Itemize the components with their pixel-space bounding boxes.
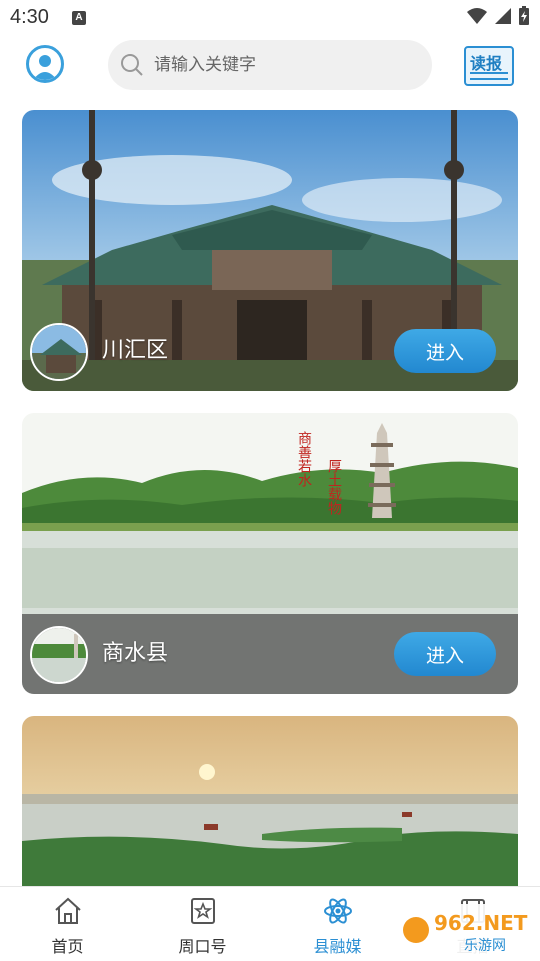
top-bar: 读报 [0, 38, 540, 92]
region-name: 川汇区 [102, 338, 169, 363]
region-thumbnail [30, 626, 88, 684]
search-input[interactable] [154, 55, 414, 75]
home-icon [54, 897, 81, 924]
user-icon [33, 55, 57, 80]
region-thumbnail [30, 323, 88, 381]
newspaper-icon [470, 72, 508, 80]
newspaper-label: 读报 [470, 54, 503, 73]
star-doc-icon [190, 898, 215, 924]
sign-text-left: 商善若水 [296, 431, 312, 487]
enter-button[interactable]: 进入 [394, 329, 496, 373]
search-icon [121, 54, 143, 76]
notification-icon: A [72, 11, 86, 25]
card-caption-bar: 川汇区 进入 [22, 311, 518, 391]
search-bar[interactable] [108, 40, 432, 90]
tab-county-media[interactable]: 县融媒 [270, 887, 405, 961]
status-bar: 4:30 A [0, 0, 540, 36]
tab-label: 县融媒 [313, 937, 362, 956]
status-time: 4:30 [10, 6, 49, 28]
watermark-brand: 962.NET [434, 911, 528, 935]
cell-signal-icon [495, 8, 511, 24]
region-card[interactable]: 川汇区 进入 [22, 110, 518, 391]
atom-icon [323, 898, 352, 924]
user-avatar-button[interactable] [26, 45, 64, 83]
wifi-icon [467, 8, 487, 24]
tab-home[interactable]: 首页 [0, 887, 135, 961]
card-caption-bar: 商水县 进入 [22, 614, 518, 694]
tab-zhoukou-hao[interactable]: 周口号 [135, 887, 270, 961]
enter-button[interactable]: 进入 [394, 632, 496, 676]
read-newspaper-button[interactable]: 读报 [464, 46, 514, 86]
status-icons [466, 6, 530, 26]
tab-label: 周口号 [178, 937, 227, 956]
sign-text-right: 厚土载物 [326, 459, 342, 516]
site-watermark-logo: 962.NET 乐游网 [400, 904, 536, 956]
watermark-sub: 乐游网 [464, 938, 506, 954]
region-name: 商水县 [102, 641, 169, 666]
region-card[interactable]: 商善若水 厚土载物 商水县 进入 [22, 413, 518, 694]
tab-label: 首页 [51, 937, 84, 956]
battery-icon [519, 6, 529, 25]
